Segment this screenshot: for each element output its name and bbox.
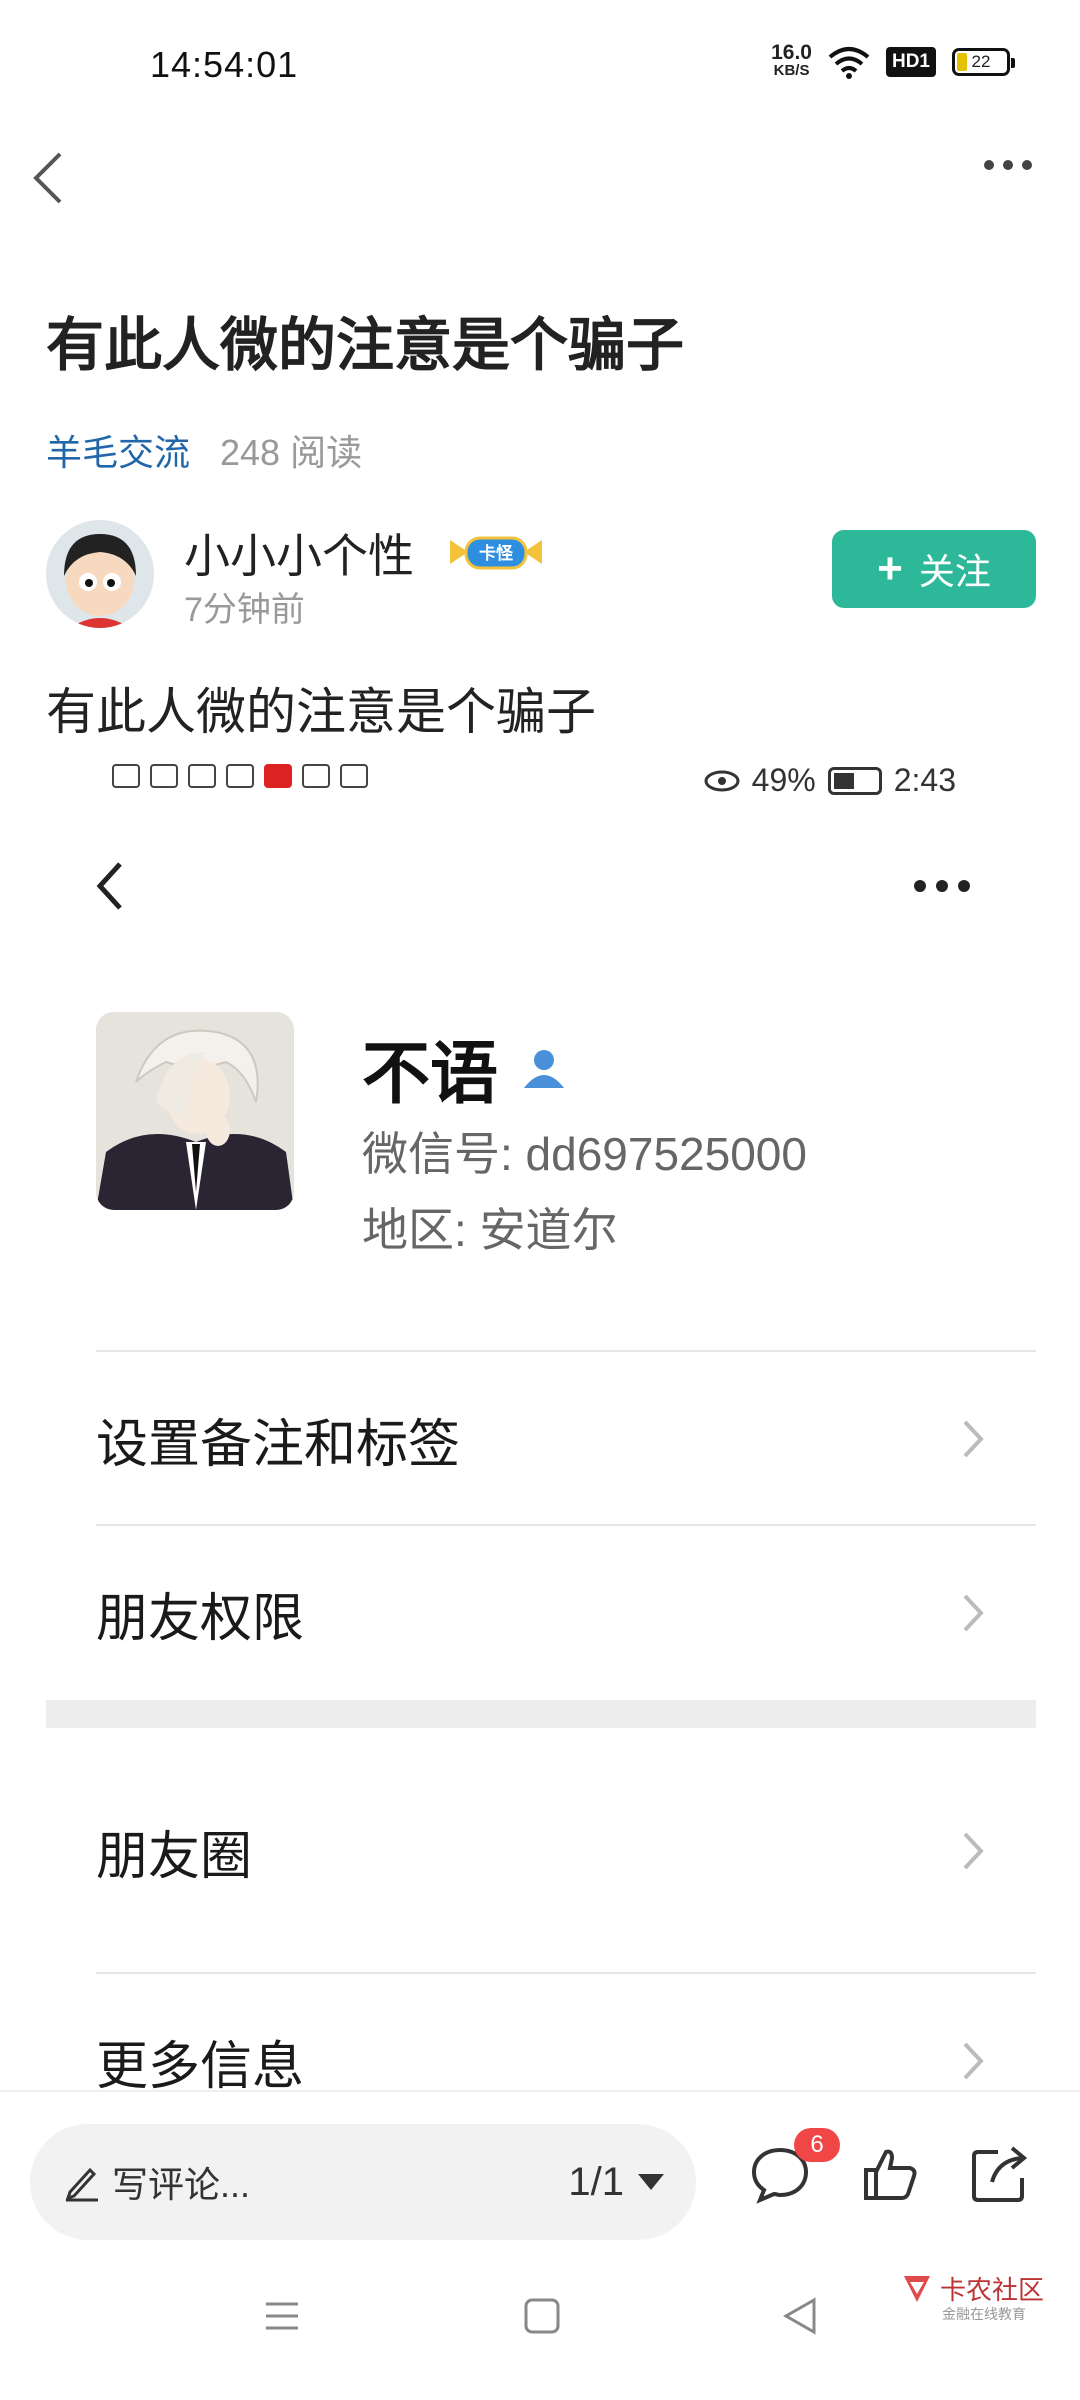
more-options-icon[interactable] — [984, 160, 1032, 170]
post-time: 7分钟前 — [184, 591, 305, 629]
page-dropdown-icon[interactable] — [638, 2174, 664, 2190]
embedded-battery-pct: 49% — [751, 762, 816, 798]
embedded-more-icon — [914, 880, 970, 892]
profile-picture — [96, 1012, 294, 1210]
avatar[interactable] — [46, 520, 154, 628]
embedded-battery-icon — [827, 766, 882, 795]
chevron-right-icon — [963, 1832, 984, 1870]
read-count: 248 阅读 — [220, 432, 363, 473]
author-name[interactable]: 小小小个性 — [184, 520, 414, 586]
section-gap — [46, 1700, 1036, 1728]
region: 地区: 安道尔 — [362, 1204, 618, 1256]
battery-icon: 22 — [952, 48, 1015, 76]
eye-icon — [704, 770, 740, 791]
contact-person-icon — [524, 1049, 565, 1088]
comment-input[interactable]: 写评论... 1/1 — [30, 2124, 696, 2240]
home-icon[interactable] — [522, 2296, 562, 2336]
menu-icon[interactable] — [262, 2296, 302, 2336]
wifi-icon — [828, 47, 870, 79]
bottom-action-bar: 写评论... 1/1 6 — [0, 2090, 1080, 2250]
status-bar: 14:54:01 16.0 KB/S HD1 22 — [0, 0, 1080, 130]
comment-count-badge: 6 — [794, 2128, 840, 2162]
wechat-id: 微信号: dd697525000 — [362, 1128, 807, 1180]
post-body: 有此人微的注意是个骗子 — [46, 684, 596, 740]
plus-icon: + — [877, 544, 903, 593]
follow-button[interactable]: + 关注 — [832, 530, 1036, 608]
back-icon[interactable] — [28, 148, 68, 208]
share-icon[interactable] — [968, 2142, 1032, 2206]
post-title: 有此人微的注意是个骗子 — [46, 313, 685, 378]
divider — [96, 1350, 1036, 1352]
menu-item-more-info: 更多信息 — [96, 1996, 1036, 2090]
pen-icon — [65, 2167, 98, 2202]
post-meta: 羊毛交流 248 阅读 — [46, 424, 362, 476]
chevron-right-icon — [963, 1594, 984, 1632]
author-row: 小小小个性 卡怪 7分钟前 + 关注 — [46, 520, 1036, 630]
embedded-back-icon — [96, 862, 122, 910]
divider — [96, 1524, 1036, 1526]
hd-icon: HD1 — [885, 47, 936, 77]
svg-text:卡怪: 卡怪 — [479, 543, 514, 564]
comment-placeholder: 写评论... — [112, 2164, 251, 2205]
status-time: 14:54:01 — [150, 44, 299, 85]
brand-logo-icon — [904, 2275, 930, 2302]
profile-name: 不语 — [362, 1018, 568, 1117]
embedded-status-bar: 49% 2:43 — [46, 760, 1036, 810]
divider — [96, 1972, 1036, 1974]
status-icons: 16.0 KB/S HD1 22 — [771, 41, 1015, 80]
follow-label: 关注 — [918, 551, 991, 592]
category-link[interactable]: 羊毛交流 — [46, 424, 190, 476]
page-indicator[interactable]: 1/1 — [568, 2160, 624, 2205]
network-speed: 16.0 KB/S — [771, 41, 812, 79]
menu-item-friend-permissions: 朋友权限 — [96, 1548, 1036, 1678]
nav-back-icon[interactable] — [780, 2296, 820, 2336]
like-icon[interactable] — [858, 2142, 922, 2206]
anime-avatar-icon — [96, 1012, 294, 1210]
author-badge-icon: 卡怪 — [450, 536, 542, 570]
chevron-right-icon — [963, 2042, 984, 2080]
embedded-status-icons — [112, 764, 368, 788]
watermark-logo: 卡农社区 金融在线教育 — [900, 2270, 1044, 2322]
menu-item-moments: 朋友圈 — [96, 1786, 1036, 1916]
avatar-cartoon-icon — [46, 520, 154, 628]
menu-item-remarks-tags: 设置备注和标签 — [96, 1374, 1036, 1504]
chevron-right-icon — [963, 1420, 984, 1458]
embedded-time: 2:43 — [893, 762, 956, 798]
post-image[interactable]: 49% 2:43 不语 微信号: dd697525000 地区: 安道尔 设置备… — [46, 740, 1036, 2090]
